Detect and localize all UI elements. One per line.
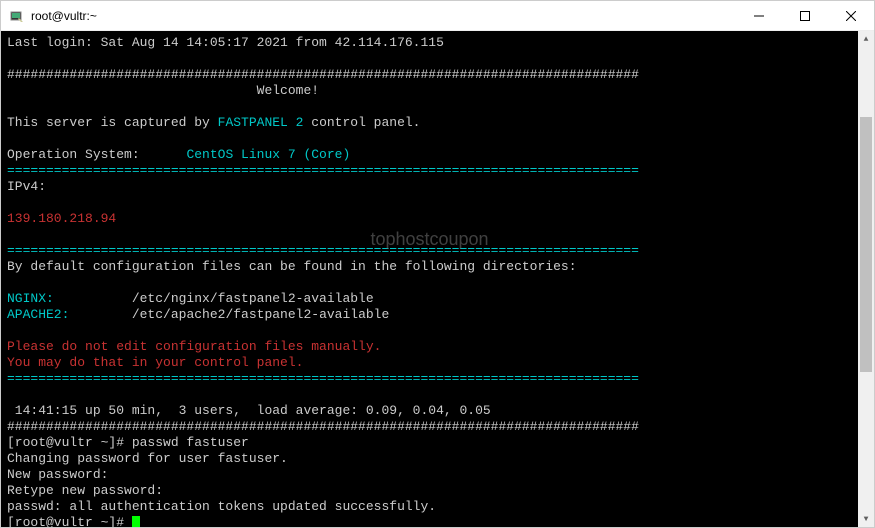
window-title: root@vultr:~: [31, 9, 97, 23]
uptime-line: 14:41:15 up 50 min, 3 users, load averag…: [7, 403, 491, 418]
hash-divider-2: ########################################…: [7, 419, 639, 434]
scroll-thumb[interactable]: [860, 117, 872, 372]
title-left: root@vultr:~: [9, 8, 97, 24]
scroll-track[interactable]: [858, 47, 874, 511]
cmd-passwd: passwd fastuser: [132, 435, 249, 450]
warning-2: You may do that in your control panel.: [7, 355, 303, 370]
config-text: By default configuration files can be fo…: [7, 259, 577, 274]
scroll-down-arrow-icon[interactable]: ▼: [858, 511, 874, 527]
pwd-change-1: Changing password for user fastuser.: [7, 451, 288, 466]
fastpanel-link: FASTPANEL 2: [218, 115, 304, 130]
scroll-up-arrow-icon[interactable]: ▲: [858, 31, 874, 47]
ipv4-label: IPv4:: [7, 179, 46, 194]
apache-label: APACHE2:: [7, 307, 69, 322]
nginx-label: NGINX:: [7, 291, 54, 306]
captured-line: This server is captured by FASTPANEL 2 c…: [7, 115, 421, 130]
maximize-button[interactable]: [782, 1, 828, 30]
warning-1: Please do not edit configuration files m…: [7, 339, 381, 354]
pwd-change-4: passwd: all authentication tokens update…: [7, 499, 436, 514]
prompt-line-1: [root@vultr ~]# passwd fastuser: [7, 435, 249, 450]
last-login-line: Last login: Sat Aug 14 14:05:17 2021 fro…: [7, 35, 444, 50]
close-button[interactable]: [828, 1, 874, 30]
terminal-output[interactable]: Last login: Sat Aug 14 14:05:17 2021 fro…: [1, 31, 858, 527]
terminal-window: root@vultr:~ Last login: Sat Aug 14 14:0…: [0, 0, 875, 528]
eq-divider-2: ========================================…: [7, 243, 639, 258]
os-value: CentOS Linux 7 (Core): [186, 147, 350, 162]
welcome-text: Welcome!: [7, 83, 319, 98]
prompt-line-2: [root@vultr ~]#: [7, 515, 140, 527]
putty-icon: [9, 8, 25, 24]
scrollbar[interactable]: ▲ ▼: [858, 31, 874, 527]
pwd-change-3: Retype new password:: [7, 483, 163, 498]
apache-line: APACHE2: /etc/apache2/fastpanel2-availab…: [7, 307, 389, 322]
cursor-icon: [132, 516, 140, 527]
nginx-line: NGINX: /etc/nginx/fastpanel2-available: [7, 291, 374, 306]
ipv4-value: 139.180.218.94: [7, 211, 116, 226]
minimize-button[interactable]: [736, 1, 782, 30]
pwd-change-2: New password:: [7, 467, 108, 482]
hash-divider: ########################################…: [7, 67, 639, 82]
terminal-area: Last login: Sat Aug 14 14:05:17 2021 fro…: [1, 31, 874, 527]
eq-divider-3: ========================================…: [7, 371, 639, 386]
titlebar: root@vultr:~: [1, 1, 874, 31]
eq-divider: ========================================…: [7, 163, 639, 178]
os-line: Operation System: CentOS Linux 7 (Core): [7, 147, 350, 162]
window-controls: [736, 1, 874, 30]
